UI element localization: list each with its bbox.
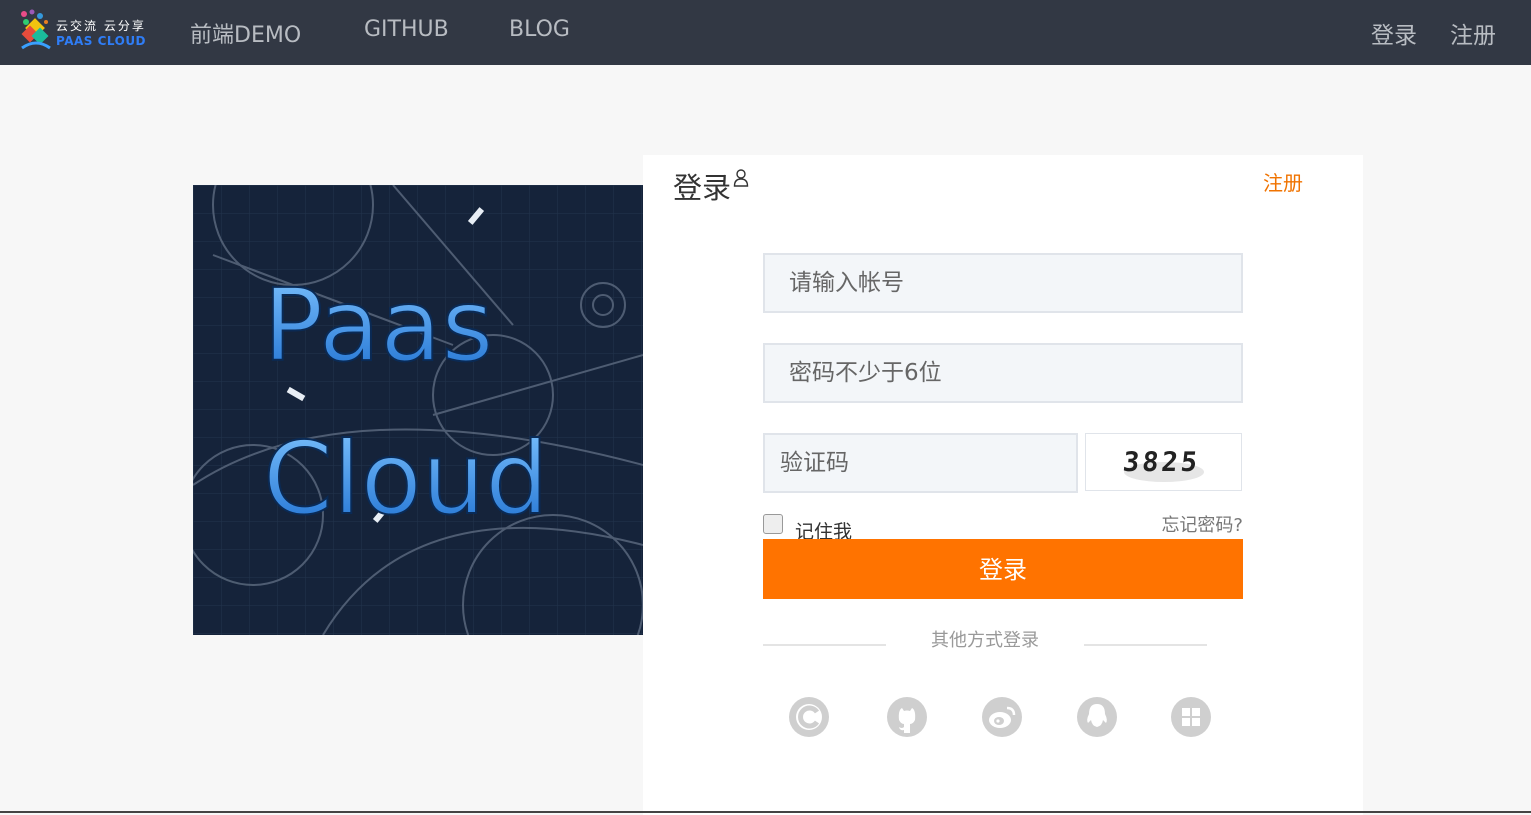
paas-cloud-banner: Paas Cloud — [193, 185, 643, 635]
banner-text-paas: Paas — [263, 267, 493, 384]
header-login-link[interactable]: 登录 — [1371, 16, 1417, 50]
forgot-password-link[interactable]: 忘记密码? — [1161, 511, 1243, 537]
password-input[interactable] — [763, 343, 1243, 403]
login-submit-button[interactable]: 登录 — [763, 539, 1243, 599]
logo-slogan: 云交流 云分享 — [56, 19, 146, 33]
logo-brand: PAAS CLOUD — [56, 34, 147, 48]
captcha-input[interactable] — [763, 433, 1078, 493]
nav-frontend-demo[interactable]: 前端DEMO — [190, 17, 301, 49]
user-icon — [733, 169, 749, 187]
account-input[interactable] — [763, 253, 1243, 313]
github-icon[interactable] — [886, 696, 928, 738]
windows-icon[interactable] — [1170, 696, 1212, 738]
banner-graphic: Paas Cloud — [193, 185, 643, 635]
login-title: 登录 — [673, 171, 732, 205]
top-navbar: 云交流 云分享 PAAS CLOUD 前端DEMO GITHUB BLOG 登录… — [0, 0, 1531, 65]
csdn-icon[interactable] — [788, 696, 830, 738]
captcha-text: 3825 — [1121, 447, 1201, 478]
divider-right — [1084, 644, 1207, 646]
captcha-graphic: 3825 — [1121, 447, 1204, 482]
nav-github[interactable]: GITHUB — [364, 17, 449, 42]
captcha-image[interactable]: 3825 — [1085, 433, 1242, 491]
site-logo[interactable]: 云交流 云分享 PAAS CLOUD — [18, 8, 163, 58]
divider-left — [763, 644, 886, 646]
weibo-icon[interactable] — [981, 696, 1023, 738]
register-link[interactable]: 注册 — [1263, 167, 1303, 196]
header-register-link[interactable]: 注册 — [1450, 16, 1496, 50]
login-panel: 登录 注册 3825 记住我 忘记密码? 登录 其他方式登录 — [643, 155, 1363, 815]
logo-mark-icon — [21, 9, 51, 50]
other-login-label: 其他方式登录 — [931, 630, 1039, 651]
qq-icon[interactable] — [1076, 696, 1118, 738]
nav-blog[interactable]: BLOG — [509, 17, 570, 42]
remember-me-checkbox[interactable] — [763, 514, 783, 534]
banner-text-cloud: Cloud — [263, 420, 549, 537]
